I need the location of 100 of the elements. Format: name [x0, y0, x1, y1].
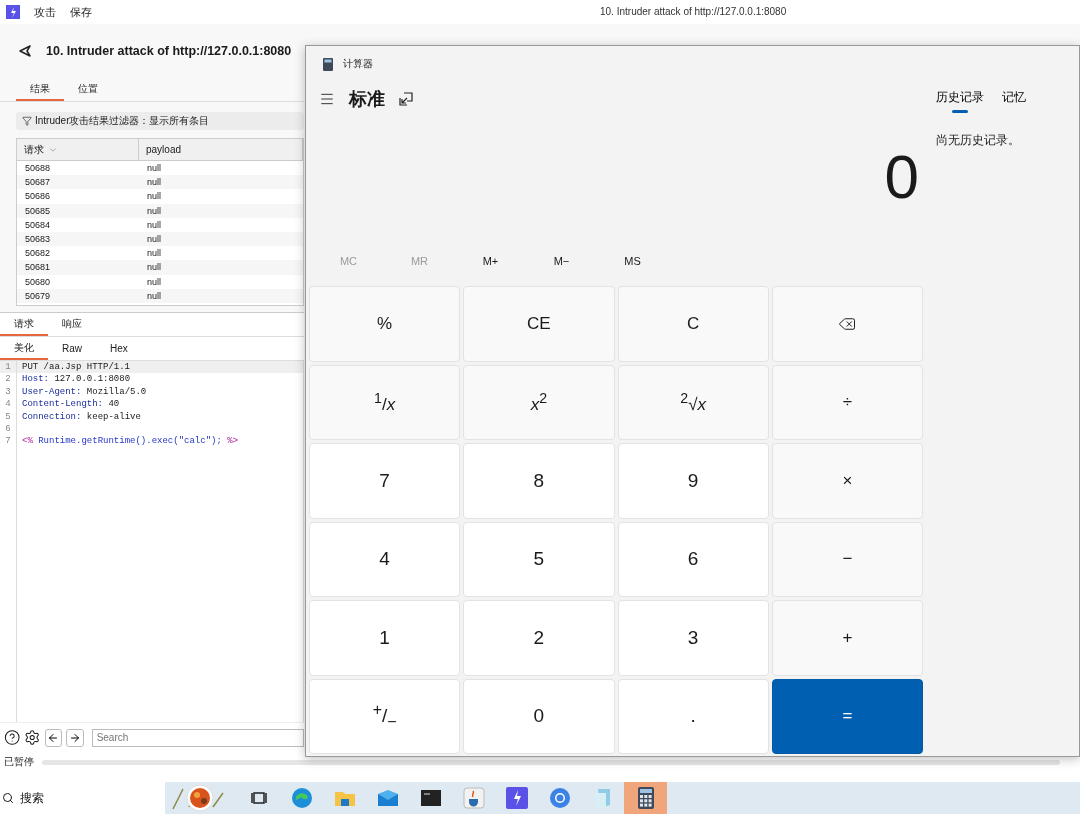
- settings-icon[interactable]: [24, 729, 41, 746]
- column-header[interactable]: payload: [139, 139, 303, 160]
- calculator-key[interactable]: $^{1}$/x: [309, 364, 461, 440]
- table-cell-text: null: [146, 275, 162, 289]
- table-cell-text: 50680: [24, 275, 52, 289]
- table-cell-text: null: [146, 190, 162, 204]
- tab[interactable]: 记忆: [996, 82, 1032, 115]
- tab[interactable]: Raw: [48, 337, 96, 360]
- column-header[interactable]: 请求: [17, 139, 139, 160]
- calculator-key[interactable]: CE: [463, 286, 615, 362]
- code-line: PUT /aa.Jsp HTTP/1.1: [21, 361, 131, 374]
- menu-item[interactable]: 攻击: [34, 4, 56, 20]
- calculator-key[interactable]: C: [617, 286, 769, 362]
- calculator-key[interactable]: $^{2}$√x: [617, 364, 769, 440]
- table-cell-text: 50685: [24, 204, 52, 218]
- back-button[interactable]: [44, 728, 63, 747]
- table-cell-text: 50683: [24, 232, 52, 246]
- table-cell-text: 50679: [24, 289, 52, 303]
- tab[interactable]: 结果: [16, 78, 64, 101]
- search-icon: [2, 792, 14, 804]
- line-number: 2: [0, 373, 17, 386]
- browser-icon: [548, 787, 571, 809]
- calculator-key[interactable]: 9: [617, 443, 769, 519]
- filter-bar[interactable]: Intruder攻击结果过滤器：显示所有条目: [16, 112, 304, 130]
- code-line: <% Runtime.getRuntime().exec("calc"); %>: [21, 435, 239, 448]
- calculator-key[interactable]: −: [771, 521, 923, 597]
- table-cell-text: null: [146, 218, 162, 232]
- taskbar-app[interactable]: [624, 782, 667, 814]
- calculator-key[interactable]: 7: [309, 443, 461, 519]
- calculator-key[interactable]: +: [771, 600, 923, 676]
- tab[interactable]: Hex: [96, 337, 142, 360]
- table-cell-text: 50681: [24, 261, 52, 275]
- filter-text: Intruder攻击结果过滤器：显示所有条目: [35, 114, 210, 128]
- search-field[interactable]: Search: [91, 728, 304, 747]
- display-value: 0: [883, 140, 920, 213]
- lightning-icon: [6, 5, 20, 19]
- calculator-key[interactable]: 0: [463, 678, 615, 754]
- window-title: 计算器: [343, 57, 373, 71]
- back-icon[interactable]: [18, 44, 32, 58]
- overlay-icon[interactable]: [399, 92, 413, 106]
- help-icon[interactable]: [4, 729, 21, 746]
- calculator-key[interactable]: $^{+}$/$_{−}$: [309, 678, 461, 754]
- mode-title: 标准: [349, 88, 385, 111]
- calculator-icon: [637, 787, 654, 809]
- table-cell-text: 50682: [24, 247, 52, 261]
- table-cell-text: 50687: [24, 176, 52, 190]
- folder-icon: [333, 789, 356, 807]
- calculator-key[interactable]: .: [617, 678, 769, 754]
- tab[interactable]: 历史记录: [930, 82, 990, 115]
- code-line: Host: 127.0.0.1:8080: [21, 373, 131, 386]
- task-view-icon: [250, 790, 267, 806]
- memory-button[interactable]: M−: [526, 254, 597, 268]
- calculator-key[interactable]: 6: [617, 521, 769, 597]
- memory-button[interactable]: MS: [597, 254, 668, 268]
- browser-icon: [290, 787, 313, 809]
- calculator-key[interactable]: %: [309, 286, 461, 362]
- table-cell-text: null: [146, 247, 162, 261]
- calculator-icon: [323, 57, 333, 71]
- attack-title: 10. Intruder attack of http://127.0.0.1:8080: [46, 44, 292, 58]
- calculator-key[interactable]: 5: [463, 521, 615, 597]
- calculator-key[interactable]: 8: [463, 443, 615, 519]
- filter-icon: [22, 116, 32, 126]
- line-number: 7: [0, 435, 17, 448]
- tab[interactable]: 位置: [64, 78, 112, 101]
- code-line: Connection: keep-alive: [21, 410, 141, 423]
- calculator-key[interactable]: ×: [771, 443, 923, 519]
- history-empty-text: 尚无历史记录。: [936, 133, 1021, 148]
- table-cell-text: null: [146, 289, 162, 303]
- menu-icon[interactable]: [319, 91, 335, 107]
- calculator-key[interactable]: 3: [617, 600, 769, 676]
- coffee-cup-icon: [462, 787, 485, 809]
- calculator-key[interactable]: =: [771, 678, 923, 754]
- line-number: 1: [0, 361, 17, 374]
- table-cell-text: null: [146, 204, 162, 218]
- calculator-key[interactable]: 2: [463, 600, 615, 676]
- calculator-key[interactable]: ÷: [771, 364, 923, 440]
- table-cell-text: null: [146, 176, 162, 190]
- terminal-icon: [419, 789, 442, 807]
- table-cell-text: 50686: [24, 190, 52, 204]
- arrow-left-icon: [47, 731, 60, 744]
- forward-button[interactable]: [66, 728, 84, 747]
- line-number: 5: [0, 410, 17, 423]
- menu-item[interactable]: 保存: [70, 4, 92, 20]
- memory-button[interactable]: M+: [455, 254, 526, 268]
- status-text: 已暂停: [4, 755, 34, 769]
- table-cell-text: 50688: [24, 162, 52, 175]
- line-number: 4: [0, 398, 17, 411]
- calculator-key[interactable]: x$^{2}$: [463, 364, 615, 440]
- taskbar-search[interactable]: 搜索: [0, 782, 165, 814]
- line-number: 3: [0, 385, 17, 399]
- tab[interactable]: 响应: [48, 313, 96, 336]
- arrow-right-icon: [68, 731, 81, 744]
- table-cell-text: null: [146, 162, 162, 175]
- search-label: 搜索: [20, 789, 44, 807]
- table-cell-text: 50684: [24, 218, 52, 232]
- calculator-key[interactable]: 4: [309, 521, 461, 597]
- calculator-key[interactable]: 1: [309, 600, 461, 676]
- mail-icon: [376, 789, 399, 807]
- code-line: Content-Length: 40: [21, 398, 120, 411]
- table-cell-text: null: [146, 232, 162, 246]
